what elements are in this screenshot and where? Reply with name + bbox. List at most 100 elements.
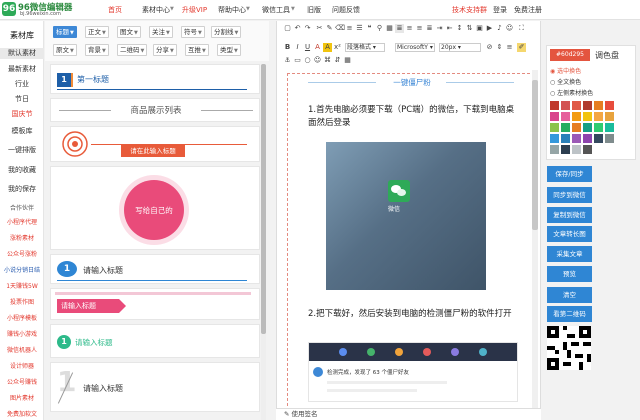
- color-swatch[interactable]: [594, 112, 603, 121]
- nav-feedback[interactable]: 问题反馈: [332, 5, 360, 15]
- option-left-material[interactable]: ○ 左侧素材换色: [550, 88, 593, 97]
- color-swatch[interactable]: [550, 145, 559, 154]
- clear-button[interactable]: 清空: [547, 287, 592, 303]
- color-swatch[interactable]: [583, 112, 592, 121]
- filter-title[interactable]: 标题▼: [53, 26, 77, 38]
- sidebar-item-partner[interactable]: 涨粉素材: [0, 233, 44, 242]
- spacing-icon[interactable]: ⇅: [465, 24, 474, 33]
- color-swatch[interactable]: [594, 101, 603, 110]
- template-card[interactable]: 请在此输入标题: [50, 126, 260, 162]
- redo-icon[interactable]: ↷: [303, 24, 312, 33]
- color-swatch[interactable]: [561, 123, 570, 132]
- sidebar-item-partner[interactable]: 微信机器人: [0, 345, 44, 354]
- align-center-icon[interactable]: ≡: [405, 24, 414, 33]
- sidebar-item-favorites[interactable]: 我的收藏: [0, 165, 44, 175]
- format-painter-icon[interactable]: ✐: [517, 43, 526, 52]
- option-whole-text[interactable]: ○ 全文换色: [550, 77, 581, 86]
- preview-button[interactable]: 预览: [547, 266, 592, 282]
- nav-home[interactable]: 首页: [108, 5, 122, 15]
- color-hex-input[interactable]: #60d295: [550, 49, 590, 61]
- color-swatch[interactable]: [594, 134, 603, 143]
- sidebar-item-default[interactable]: 默认素材: [0, 48, 44, 59]
- filter-original[interactable]: 原文▼: [53, 44, 77, 56]
- sidebar-item-partner[interactable]: 图片素材: [0, 393, 44, 402]
- format-icon[interactable]: ✂: [315, 24, 324, 33]
- sidebar-item-partner[interactable]: 设计师器: [0, 361, 44, 370]
- box-icon[interactable]: ▭: [293, 56, 302, 65]
- filter-type[interactable]: 类型▼: [217, 44, 241, 56]
- to-long-image-button[interactable]: 文章转长图: [547, 226, 592, 242]
- color-swatch[interactable]: [605, 101, 614, 110]
- color-swatch[interactable]: [561, 134, 570, 143]
- paragraph-select[interactable]: 段落格式 ▾: [345, 43, 385, 52]
- sidebar-item-partner[interactable]: 赚钱小游戏: [0, 329, 44, 338]
- color-swatch[interactable]: [572, 101, 581, 110]
- link-icon[interactable]: ⚲: [375, 24, 384, 33]
- color-swatch[interactable]: [561, 145, 570, 154]
- align-justify-icon[interactable]: ≣: [425, 24, 434, 33]
- fullscreen-icon[interactable]: ⛶: [517, 24, 526, 33]
- editor-scrollbar[interactable]: [532, 70, 538, 410]
- color-swatch[interactable]: [561, 101, 570, 110]
- color-swatch[interactable]: [605, 123, 614, 132]
- nav-help[interactable]: 帮助中心: [218, 5, 246, 15]
- nav-old[interactable]: 旧版: [307, 5, 321, 15]
- template-card[interactable]: 1 请输入标题: [50, 254, 260, 284]
- filter-divider[interactable]: 分割线▼: [211, 26, 242, 38]
- anchor-icon[interactable]: ⚓: [283, 56, 292, 65]
- option-selected-color[interactable]: ◉ 选中换色: [550, 66, 581, 75]
- bold-icon[interactable]: B: [283, 43, 292, 52]
- sidebar-item-national-day[interactable]: 国庆节: [0, 109, 44, 119]
- underline-icon[interactable]: U: [303, 43, 312, 52]
- tag-icon[interactable]: ⌘: [323, 56, 332, 65]
- line-spacing-icon[interactable]: ⇕: [495, 43, 504, 52]
- template-card[interactable]: 1 第一标题: [50, 64, 260, 94]
- nav-tools[interactable]: 微信工具: [262, 5, 290, 15]
- filter-symbol[interactable]: 符号▼: [181, 26, 205, 38]
- outdent-icon[interactable]: ⇤: [445, 24, 454, 33]
- filter-body[interactable]: 正文▼: [85, 26, 109, 38]
- brush-icon[interactable]: ✎: [325, 24, 334, 33]
- color-swatch[interactable]: [550, 112, 559, 121]
- filter-follow[interactable]: 关注▼: [149, 26, 173, 38]
- color-swatch[interactable]: [583, 123, 592, 132]
- sync-wechat-button[interactable]: 同步到微信: [547, 187, 592, 203]
- color-swatch[interactable]: [594, 123, 603, 132]
- sidebar-item-latest[interactable]: 最新素材: [0, 64, 44, 74]
- lineheight-icon[interactable]: ↕: [455, 24, 464, 33]
- circle-icon[interactable]: ○: [303, 56, 312, 65]
- copy-wechat-button[interactable]: 复制到微信: [547, 207, 592, 223]
- italic-icon[interactable]: I: [293, 43, 302, 52]
- filter-image-text[interactable]: 图文▼: [117, 26, 141, 38]
- sidebar-item-partner[interactable]: 免费加软文: [0, 409, 44, 418]
- indent-icon[interactable]: ⇥: [435, 24, 444, 33]
- quote-icon[interactable]: ❝: [365, 24, 374, 33]
- sidebar-item-partner[interactable]: 投票作图: [0, 297, 44, 306]
- scroll-thumb[interactable]: [261, 64, 266, 334]
- color-swatch[interactable]: [572, 123, 581, 132]
- filter-qrcode[interactable]: 二维码▼: [117, 44, 148, 56]
- smile-icon[interactable]: ☺: [313, 56, 322, 65]
- nav-material[interactable]: 素材中心: [142, 5, 170, 15]
- video-icon[interactable]: ▶: [485, 24, 494, 33]
- nav-support[interactable]: 技术支持群: [452, 5, 487, 15]
- bullet-list-icon[interactable]: ☰: [355, 24, 364, 33]
- color-swatch[interactable]: [605, 112, 614, 121]
- sidebar-item-partner[interactable]: 公众号赚钱: [0, 377, 44, 386]
- template-card[interactable]: 商品展示列表: [50, 98, 260, 122]
- nav-vip[interactable]: 升级VIP: [182, 5, 207, 15]
- sidebar-item-partner[interactable]: 小程序模板: [0, 313, 44, 322]
- table-icon[interactable]: ▦: [385, 24, 394, 33]
- font-color-icon[interactable]: A: [313, 43, 322, 52]
- clear-format-icon[interactable]: ⊘: [485, 43, 494, 52]
- filter-share[interactable]: 分享▼: [153, 44, 177, 56]
- template-card[interactable]: 1 请输入标题: [50, 362, 260, 412]
- template-card[interactable]: 请输入标题: [50, 288, 260, 320]
- nav-register[interactable]: 免费注册: [514, 5, 542, 15]
- filter-background[interactable]: 背景▼: [85, 44, 109, 56]
- color-swatch[interactable]: [550, 134, 559, 143]
- color-swatch[interactable]: [605, 134, 614, 143]
- align-right-icon[interactable]: ≡: [415, 24, 424, 33]
- color-swatch[interactable]: [583, 134, 592, 143]
- superscript-icon[interactable]: x²: [333, 43, 342, 52]
